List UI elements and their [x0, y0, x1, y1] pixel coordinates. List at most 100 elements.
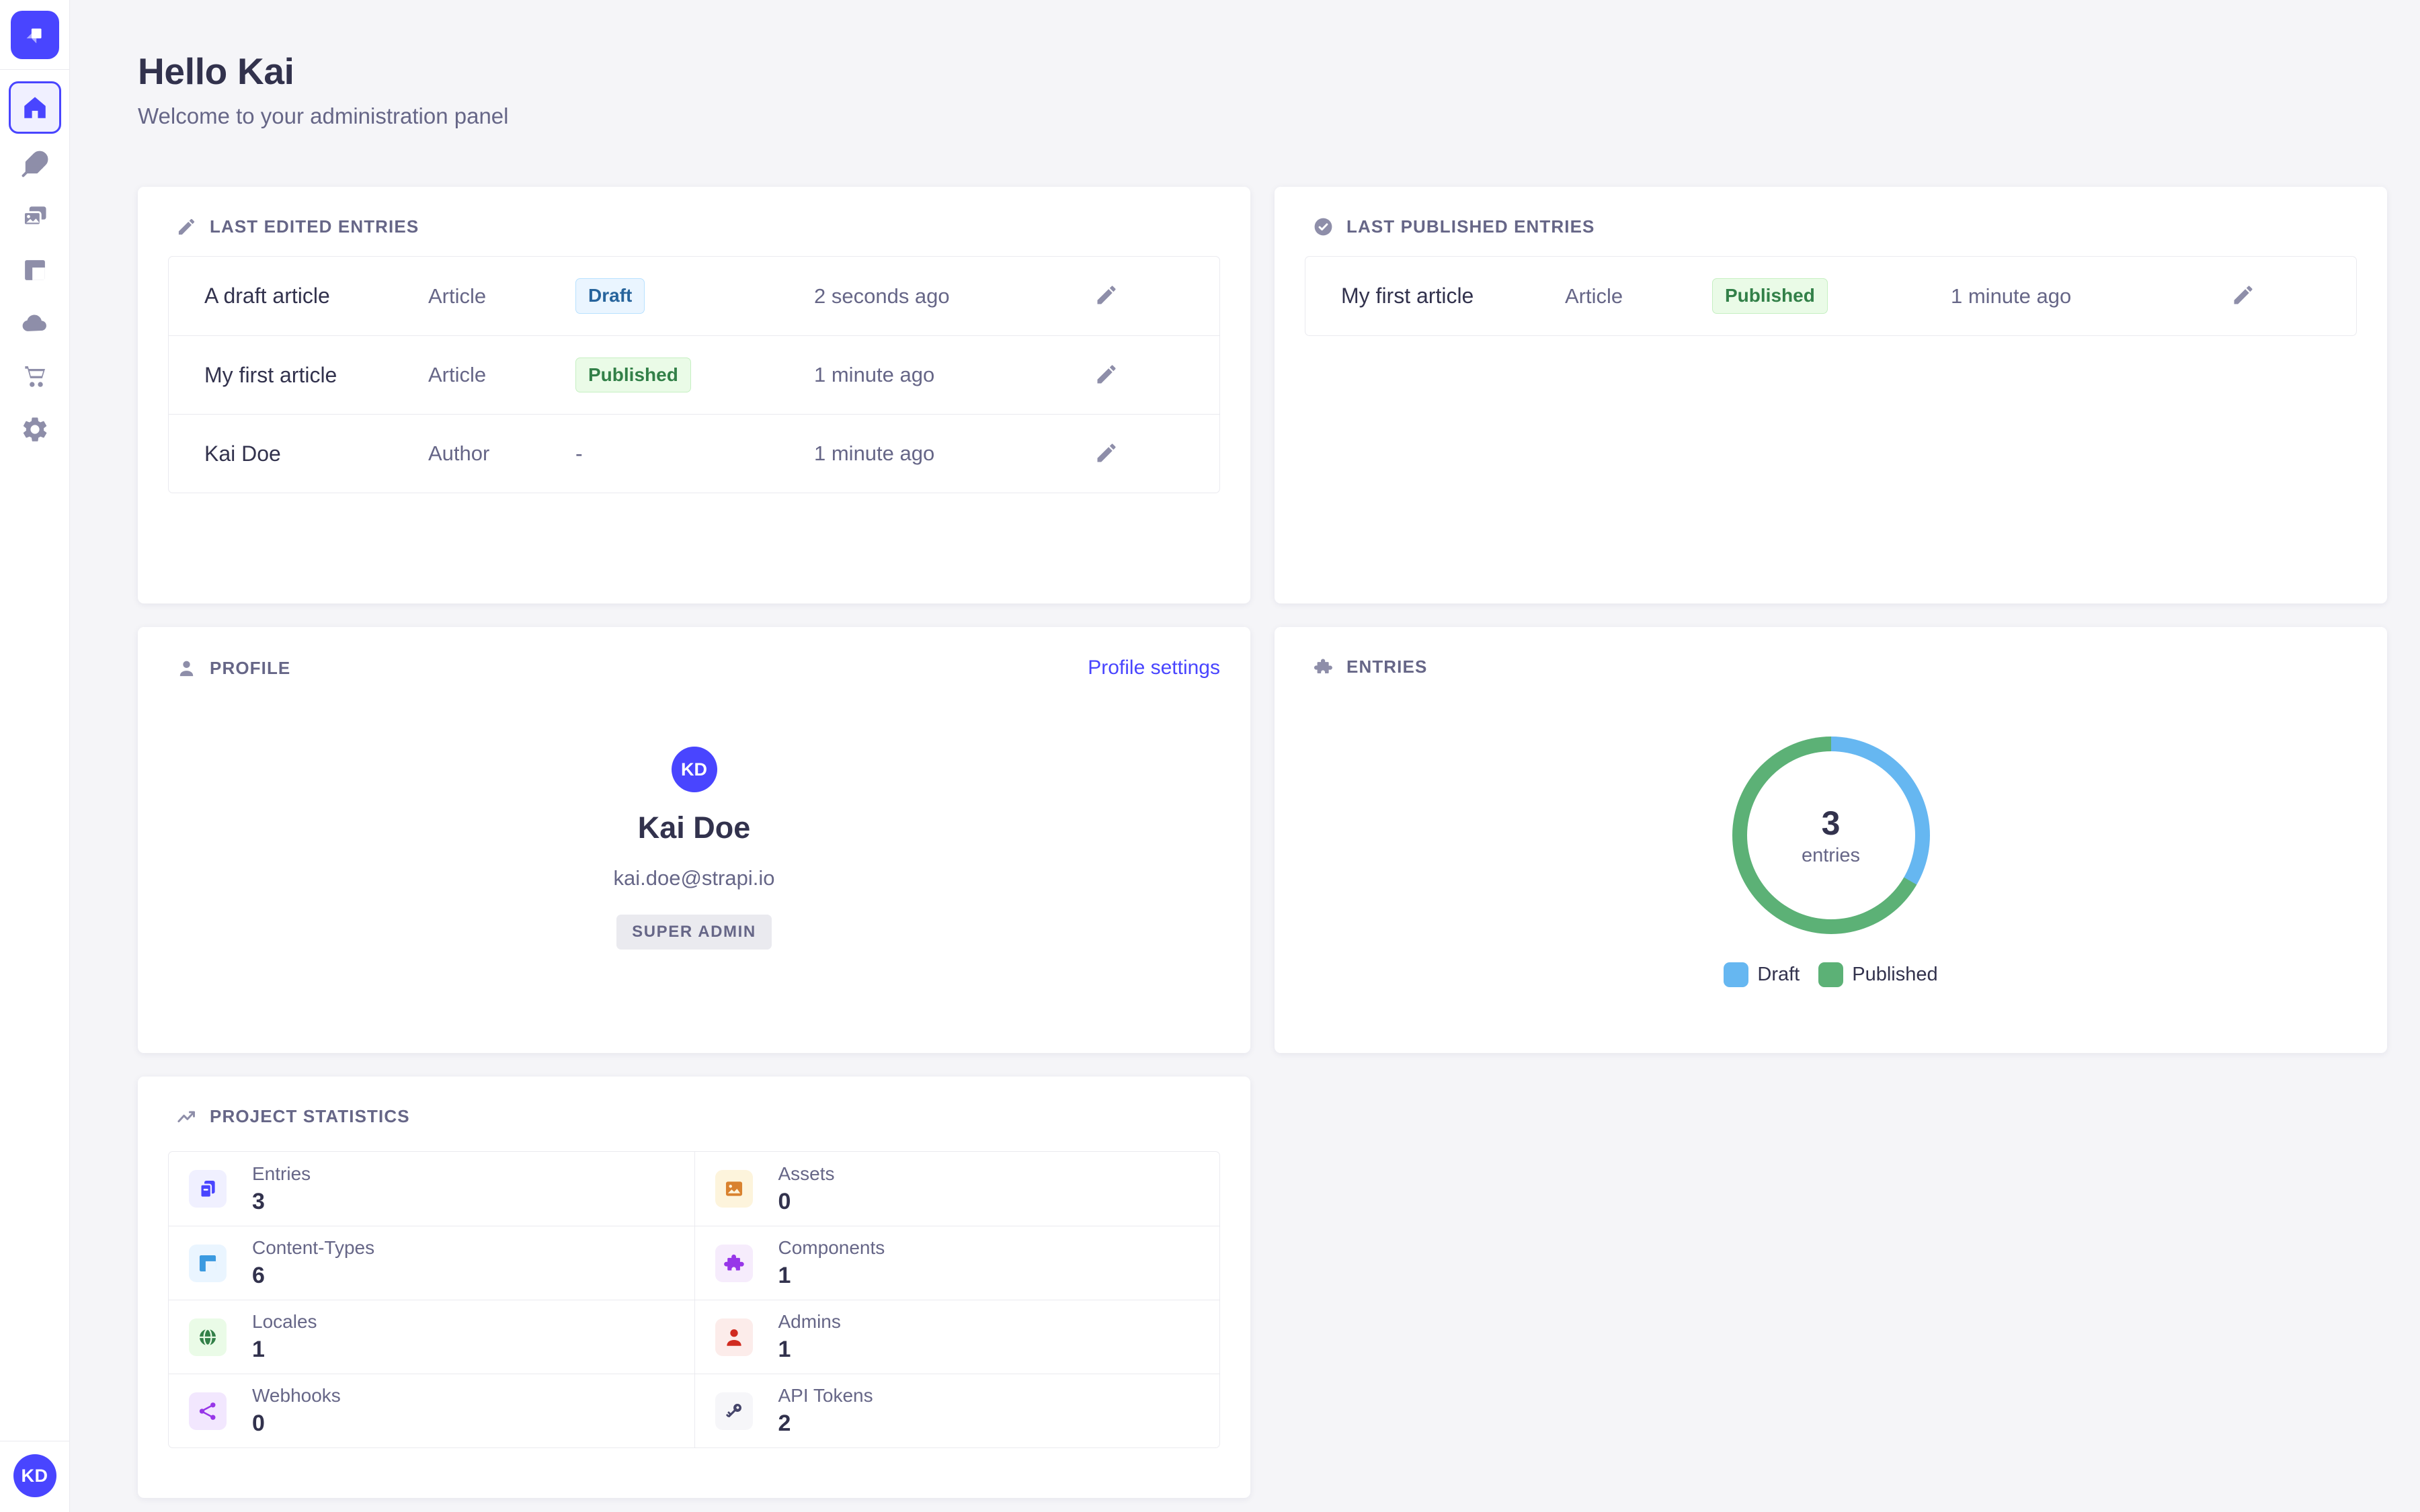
entry-time: 1 minute ago	[1951, 284, 2230, 308]
profile-body: KD Kai Doe kai.doe@strapi.io SUPER ADMIN	[138, 679, 1250, 950]
user-icon	[176, 658, 197, 679]
gear-icon	[20, 415, 50, 444]
feather-icon	[21, 150, 49, 178]
profile-name: Kai Doe	[638, 810, 751, 845]
strapi-logo-icon	[20, 20, 50, 50]
last-published-table: My first article Article Published 1 min…	[1305, 256, 2357, 336]
table-row[interactable]: My first article Article Published 1 min…	[169, 335, 1219, 414]
sidebar-item-settings[interactable]	[0, 403, 70, 456]
donut-total-label: entries	[1802, 845, 1860, 867]
stat-label: Components	[778, 1237, 885, 1259]
stat-admins: Admins 1	[694, 1300, 1220, 1374]
stat-value: 6	[252, 1263, 374, 1289]
share-icon	[189, 1392, 227, 1430]
entry-time: 2 seconds ago	[814, 284, 1093, 308]
entry-name: Kai Doe	[204, 442, 428, 466]
legend-label: Draft	[1757, 964, 1800, 986]
last-published-entries-card: LAST PUBLISHED ENTRIES My first article …	[1275, 187, 2387, 603]
stat-value: 0	[778, 1189, 835, 1215]
last-edited-table: A draft article Article Draft 2 seconds …	[168, 256, 1220, 493]
dashboard-grid: LAST EDITED ENTRIES A draft article Arti…	[138, 187, 2388, 1498]
entry-time: 1 minute ago	[814, 363, 1093, 387]
last-published-header: LAST PUBLISHED ENTRIES	[1275, 187, 2387, 237]
edit-button[interactable]	[1093, 362, 1120, 388]
stat-value: 3	[252, 1189, 311, 1215]
profile-settings-link[interactable]: Profile settings	[1088, 657, 1220, 679]
last-edited-entries-card: LAST EDITED ENTRIES A draft article Arti…	[138, 187, 1250, 603]
sidebar: KD	[0, 0, 70, 1512]
donut-total: 3	[1822, 804, 1841, 843]
sidebar-item-content-manager[interactable]	[0, 137, 70, 190]
entries-header: ENTRIES	[1275, 627, 2387, 677]
entry-type: Author	[428, 442, 575, 466]
sidebar-item-home[interactable]	[0, 78, 70, 137]
legend-swatch-draft	[1724, 962, 1748, 987]
pencil-icon	[2231, 283, 2255, 307]
card-title: PROJECT STATISTICS	[210, 1106, 410, 1127]
card-title: ENTRIES	[1346, 657, 1427, 677]
stat-label: Content-Types	[252, 1237, 374, 1259]
sidebar-nav	[0, 78, 69, 456]
key-icon	[715, 1392, 753, 1430]
picture-icon	[715, 1170, 753, 1208]
edit-button[interactable]	[1093, 283, 1120, 310]
user-avatar[interactable]: KD	[13, 1454, 56, 1497]
donut-chart: 3 entries	[1732, 737, 1930, 934]
avatar: KD	[672, 747, 717, 792]
workspace-logo-wrap	[0, 0, 69, 70]
stat-components: Components 1	[694, 1226, 1220, 1300]
status-badge: Published	[1712, 278, 1828, 313]
card-title: PROFILE	[210, 658, 290, 679]
check-circle-icon	[1313, 216, 1334, 237]
stat-label: Assets	[778, 1163, 835, 1185]
sidebar-item-marketplace[interactable]	[0, 349, 70, 403]
stat-entries: Entries 3	[169, 1152, 694, 1226]
strapi-logo[interactable]	[11, 11, 59, 59]
entry-name: My first article	[204, 363, 428, 388]
stat-value: 2	[778, 1411, 873, 1437]
stat-assets: Assets 0	[694, 1152, 1220, 1226]
stat-locales: Locales 1	[169, 1300, 694, 1374]
stat-value: 0	[252, 1411, 341, 1437]
sidebar-item-media-library[interactable]	[0, 190, 70, 243]
cart-icon	[20, 362, 50, 391]
entry-name: A draft article	[204, 284, 428, 308]
status-badge: Published	[575, 358, 691, 392]
home-icon	[21, 93, 49, 122]
entry-type: Article	[1565, 284, 1712, 308]
table-row[interactable]: My first article Article Published 1 min…	[1305, 257, 2356, 335]
sidebar-item-deploy[interactable]	[0, 296, 70, 349]
profile-card: PROFILE Profile settings KD Kai Doe kai.…	[138, 627, 1250, 1053]
puzzle-icon	[715, 1245, 753, 1282]
stat-label: Webhooks	[252, 1385, 341, 1406]
page-title: Hello Kai	[138, 50, 2388, 93]
chart-legend: Draft Published	[1724, 962, 1937, 987]
stat-value: 1	[778, 1337, 841, 1363]
sidebar-item-content-type-builder[interactable]	[0, 243, 70, 296]
edit-button[interactable]	[1093, 440, 1120, 467]
legend-label: Published	[1852, 964, 1937, 986]
entries-card: ENTRIES 3 entries Draft Publis	[1275, 627, 2387, 1053]
stat-webhooks: Webhooks 0	[169, 1374, 694, 1447]
entry-type: Article	[428, 284, 575, 308]
stat-value: 1	[778, 1263, 885, 1289]
legend-item-draft: Draft	[1724, 962, 1800, 987]
table-row[interactable]: A draft article Article Draft 2 seconds …	[169, 257, 1219, 335]
last-edited-header: LAST EDITED ENTRIES	[138, 187, 1250, 237]
entry-time: 1 minute ago	[814, 442, 1093, 466]
table-row[interactable]: Kai Doe Author - 1 minute ago	[169, 414, 1219, 493]
status-badge: Draft	[575, 278, 645, 313]
pencil-icon	[1094, 362, 1119, 386]
trend-up-icon	[176, 1106, 197, 1127]
layout-icon	[21, 256, 49, 284]
edit-button[interactable]	[2230, 283, 2257, 310]
profile-header: PROFILE Profile settings	[138, 627, 1250, 679]
home-active-box	[9, 81, 61, 134]
puzzle-icon	[1313, 657, 1334, 677]
pencil-icon	[1094, 283, 1119, 307]
stat-label: Locales	[252, 1311, 317, 1333]
main-content: Hello Kai Welcome to your administration…	[70, 0, 2420, 1512]
profile-email: kai.doe@strapi.io	[614, 866, 775, 890]
stat-api-tokens: API Tokens 2	[694, 1374, 1220, 1447]
legend-item-published: Published	[1818, 962, 1937, 987]
